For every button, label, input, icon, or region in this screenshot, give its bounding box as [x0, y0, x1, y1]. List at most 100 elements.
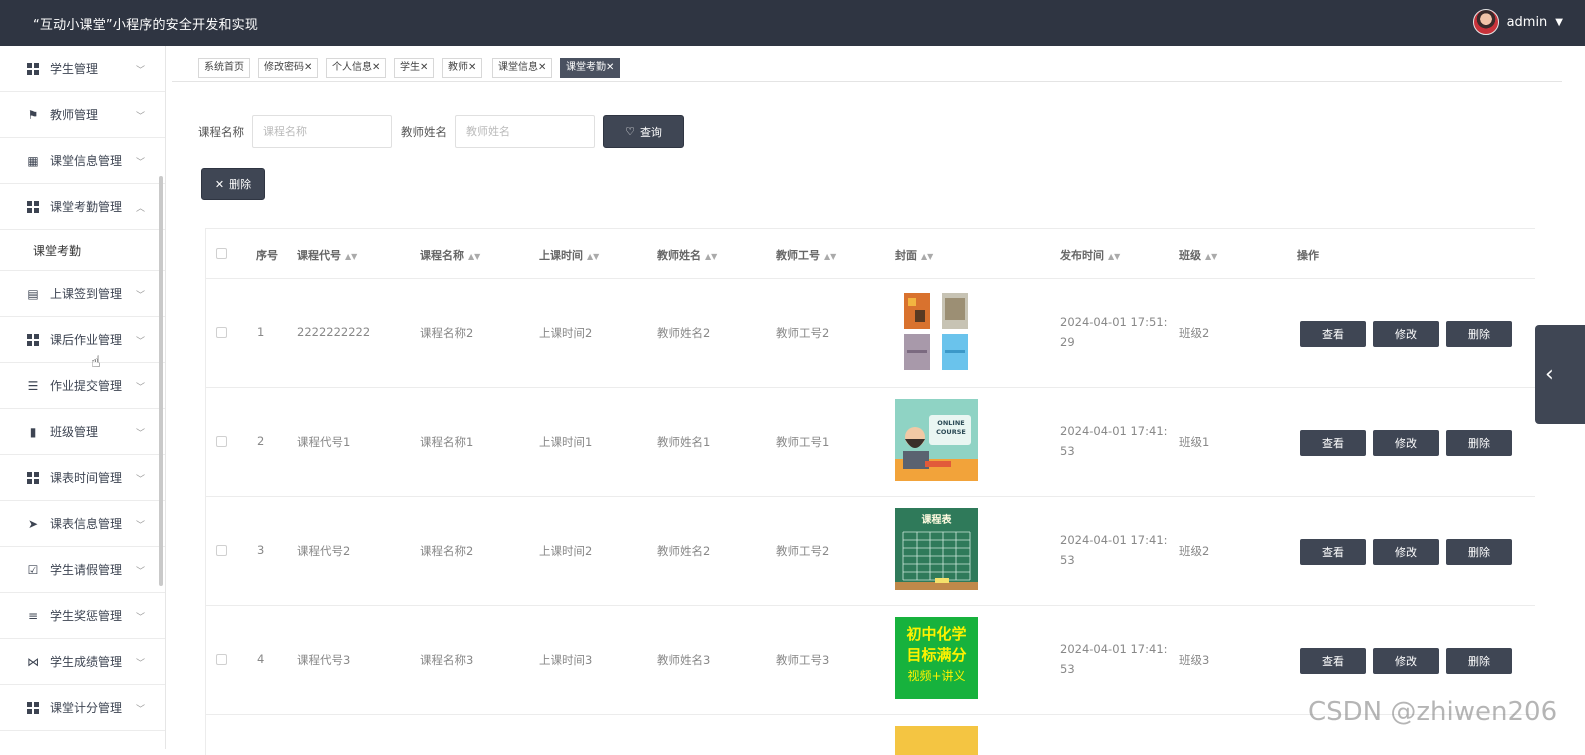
- sidebar-item-reward[interactable]: ≡ 学生奖惩管理 ﹀: [0, 593, 165, 639]
- chevron-down-icon: ﹀: [135, 112, 145, 122]
- delete-button[interactable]: 删除: [1446, 648, 1512, 674]
- sidebar-item-timetable-info[interactable]: ➤ 课表信息管理 ﹀: [0, 501, 165, 547]
- user-menu[interactable]: admin ▼: [1472, 9, 1563, 35]
- app-title: “互动小课堂”小程序的安全开发和实现: [33, 18, 259, 33]
- sidebar-item-student[interactable]: 学生管理 ﹀: [0, 46, 165, 92]
- cell-publish-line1: 2024-04-01 17:51:: [1060, 315, 1168, 329]
- row-checkbox[interactable]: [216, 327, 227, 338]
- view-button[interactable]: 查看: [1300, 321, 1366, 347]
- sidebar-item-leave[interactable]: ☑ 学生请假管理 ﹀: [0, 547, 165, 593]
- header-publish[interactable]: 发布时间 ▲▼: [1060, 247, 1120, 263]
- cell-teacher-no: 教师工号2: [776, 544, 830, 558]
- sort-icon: ▲▼: [824, 252, 837, 261]
- edit-button[interactable]: 修改: [1373, 539, 1439, 565]
- cover-image-chemistry[interactable]: 初中化学 目标满分 视频+讲义: [895, 617, 978, 699]
- view-button[interactable]: 查看: [1300, 430, 1366, 456]
- cell-name: 课程名称2: [420, 326, 474, 340]
- cell-name: 课程名称1: [420, 435, 474, 449]
- header-cover-label: 封面: [895, 249, 917, 262]
- tab-profile[interactable]: 个人信息✕: [326, 58, 387, 78]
- delete-button[interactable]: 删除: [1446, 430, 1512, 456]
- close-icon[interactable]: ✕: [538, 62, 546, 73]
- sidebar-item-score[interactable]: ⋈ 学生成绩管理 ﹀: [0, 639, 165, 685]
- sidebar-scrollbar[interactable]: [159, 176, 163, 586]
- batch-delete-button[interactable]: ✕ 删除: [201, 168, 265, 200]
- cell-time: 上课时间2: [539, 326, 593, 340]
- edit-button[interactable]: 修改: [1373, 430, 1439, 456]
- bow-tie-icon: ⋈: [27, 654, 39, 669]
- tab-attendance[interactable]: 课堂考勤✕: [560, 58, 621, 78]
- chevron-down-icon: ﹀: [135, 521, 145, 531]
- header-teacher[interactable]: 教师姓名 ▲▼: [657, 247, 717, 263]
- sidebar-item-label: 课后作业管理: [50, 333, 123, 347]
- chevron-left-icon: ‹: [1545, 362, 1554, 387]
- cover-image-online-course[interactable]: ONLINE COURSE: [895, 399, 978, 481]
- teacher-name-label: 教师姓名: [401, 125, 447, 139]
- chevron-down-icon: ﹀: [135, 429, 145, 439]
- avatar: [1472, 9, 1499, 35]
- header-teacher-no[interactable]: 教师工号 ▲▼: [776, 247, 836, 263]
- close-icon[interactable]: ✕: [372, 62, 380, 73]
- row-checkbox[interactable]: [216, 654, 227, 665]
- cell-index: 3: [257, 543, 265, 557]
- cell-publish-line1: 2024-04-01 17:41:: [1060, 424, 1168, 438]
- grid-icon: [26, 471, 40, 485]
- sidebar-item-class[interactable]: ▮ 班级管理 ﹀: [0, 409, 165, 455]
- cover-image-books[interactable]: [895, 290, 978, 372]
- cell-teacher: 教师姓名2: [657, 326, 711, 340]
- tab-home[interactable]: 系统首页: [198, 58, 250, 78]
- close-icon[interactable]: ✕: [468, 62, 476, 73]
- cover-image-schedule[interactable]: 课程表: [895, 508, 978, 590]
- header-teacher-no-label: 教师工号: [776, 249, 820, 262]
- view-button[interactable]: 查看: [1300, 539, 1366, 565]
- row-checkbox[interactable]: [216, 545, 227, 556]
- query-button[interactable]: ♡ 查询: [603, 115, 684, 148]
- chevron-down-icon: ﹀: [135, 337, 145, 347]
- cell-publish-line2: 53: [1060, 444, 1075, 458]
- delete-button[interactable]: 删除: [1446, 321, 1512, 347]
- sidebar-item-timetable-time[interactable]: 课表时间管理 ﹀: [0, 455, 165, 501]
- cell-class: 班级2: [1179, 544, 1210, 558]
- sidebar-item-label: 学生请假管理: [50, 563, 123, 577]
- select-all-checkbox[interactable]: [216, 248, 227, 259]
- edit-button[interactable]: 修改: [1373, 321, 1439, 347]
- close-icon[interactable]: ✕: [420, 62, 428, 73]
- sidebar-item-submission[interactable]: ☰ 作业提交管理 ﹀: [0, 363, 165, 409]
- view-button[interactable]: 查看: [1300, 648, 1366, 674]
- header-cover[interactable]: 封面 ▲▼: [895, 247, 933, 263]
- sidebar-item-points[interactable]: 课堂计分管理 ﹀: [0, 685, 165, 731]
- header-name[interactable]: 课程名称 ▲▼: [420, 247, 480, 263]
- course-name-input[interactable]: [252, 115, 392, 148]
- sidebar-item-class-info[interactable]: ▦ 课堂信息管理 ﹀: [0, 138, 165, 184]
- username: admin: [1506, 14, 1548, 30]
- sidebar-item-teacher[interactable]: ⚑ 教师管理 ﹀: [0, 92, 165, 138]
- tab-teacher[interactable]: 教师✕: [442, 58, 483, 78]
- table-row: 2 课程代号1 课程名称1 上课时间1 教师姓名1 教师工号1 ONLINE C…: [206, 388, 1535, 497]
- close-icon[interactable]: ✕: [304, 62, 312, 73]
- tab-label: 课堂信息: [498, 62, 538, 73]
- cell-name: 课程名称3: [420, 653, 474, 667]
- watermark: CSDN @zhiwen206: [1308, 697, 1558, 727]
- tab-class-info[interactable]: 课堂信息✕: [492, 58, 553, 78]
- sidebar-item-label: 学生管理: [50, 62, 99, 76]
- sidebar-item-attendance[interactable]: 课堂考勤管理 ︿: [0, 184, 165, 230]
- edit-button[interactable]: 修改: [1373, 648, 1439, 674]
- sidebar-item-signin[interactable]: ▤ 上课签到管理 ﹀: [0, 271, 165, 317]
- tab-change-password[interactable]: 修改密码✕: [258, 58, 319, 78]
- tab-student[interactable]: 学生✕: [394, 58, 435, 78]
- submenu-item-attendance[interactable]: 课堂考勤: [0, 230, 165, 271]
- cover-image-partial[interactable]: [895, 726, 978, 755]
- attendance-table: 序号 课程代号 ▲▼ 课程名称 ▲▼ 上课时间 ▲▼ 教师姓名 ▲▼ 教师工号 ▲▼ 封面…: [205, 228, 1535, 755]
- header-class[interactable]: 班级 ▲▼: [1179, 247, 1217, 263]
- teacher-name-input[interactable]: [455, 115, 595, 148]
- row-checkbox[interactable]: [216, 436, 227, 447]
- side-panel-toggle[interactable]: ‹: [1535, 325, 1585, 424]
- header-time[interactable]: 上课时间 ▲▼: [539, 247, 599, 263]
- sidebar-item-homework[interactable]: 课后作业管理 ﹀: [0, 317, 165, 363]
- header-time-label: 上课时间: [539, 249, 583, 262]
- delete-button[interactable]: 删除: [1446, 539, 1512, 565]
- cell-index: 2: [257, 434, 265, 448]
- close-icon[interactable]: ✕: [606, 62, 614, 73]
- header-code[interactable]: 课程代号 ▲▼: [297, 247, 357, 263]
- tab-label: 课堂考勤: [566, 62, 606, 73]
